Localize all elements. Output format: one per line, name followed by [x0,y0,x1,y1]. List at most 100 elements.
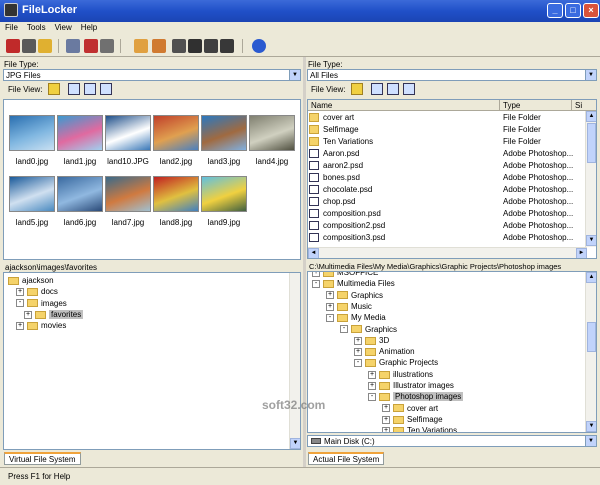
tree-node[interactable]: - Photoshop images [368,391,464,402]
secure-file-icon[interactable] [84,39,98,53]
file-row[interactable]: aaron2.psd Adobe Photoshop... [309,160,587,172]
expand-icon[interactable]: + [312,272,320,277]
expand-icon[interactable]: + [368,370,376,379]
tree-node[interactable]: - My Media [326,312,386,323]
tree-node[interactable]: + cover art [382,403,438,414]
thumbnail-image[interactable] [57,115,103,151]
chevron-down-icon[interactable]: ▼ [585,436,596,446]
file-row[interactable]: Aaron.psd Adobe Photoshop... [309,148,587,160]
maximize-button[interactable]: □ [565,3,581,18]
tree-node[interactable]: - images [16,298,67,309]
minimize-button[interactable]: _ [547,3,563,18]
scroll-up-icon[interactable]: ▲ [586,111,596,122]
expand-icon[interactable]: + [368,381,376,390]
file-row[interactable]: chop.psd Adobe Photoshop... [309,196,587,208]
expand-icon[interactable]: + [382,415,390,424]
column-header-name[interactable]: Name [308,100,500,111]
chevron-down-icon[interactable]: ▼ [585,70,596,80]
thumbnail-image[interactable] [201,176,247,212]
tree-node[interactable]: + Music [326,301,372,312]
scroll-right-icon[interactable]: ► [576,248,587,258]
thumbnails-view-icon[interactable] [371,83,383,95]
expand-icon[interactable]: + [16,288,24,297]
tools-icon[interactable] [152,39,166,53]
scroll-down-icon[interactable]: ▼ [586,235,596,246]
tree-node[interactable]: + favorites [24,309,84,320]
close-button[interactable]: × [583,3,599,18]
tree-node[interactable]: - Multimedia Files [312,278,395,289]
collapse-icon[interactable]: - [368,393,376,402]
gear-icon[interactable] [188,39,202,53]
collapse-icon[interactable]: - [312,280,320,289]
expand-icon[interactable]: + [382,427,390,432]
tree-node[interactable]: + Selfimage [382,414,443,425]
column-header-type[interactable]: Type [500,100,572,111]
lock-key-icon[interactable] [204,39,218,53]
file-row[interactable]: composition.psd Adobe Photoshop... [309,208,587,220]
up-folder-icon[interactable] [351,83,363,95]
users-icon[interactable] [66,39,80,53]
thumbnail-image[interactable] [57,176,103,212]
menu-view[interactable]: View [50,22,76,32]
file-row[interactable]: Ten Variations File Folder [309,136,587,148]
menu-help[interactable]: Help [76,22,101,32]
scroll-down-icon[interactable]: ▼ [290,438,300,449]
tree-node[interactable]: - Graphic Projects [354,357,438,368]
tree-node[interactable]: + movies [16,320,66,331]
expand-icon[interactable]: + [326,302,334,311]
file-row[interactable]: composition2.psd Adobe Photoshop... [309,220,587,232]
unlock-icon[interactable] [134,39,148,53]
thumbnail-image[interactable] [153,115,199,151]
tree-node[interactable]: + MSOFFICE [312,272,378,278]
file-row[interactable]: bones.psd Adobe Photoshop... [309,172,587,184]
thumbnail-image[interactable] [201,115,247,151]
collapse-icon[interactable]: - [16,299,24,308]
shield-icon[interactable] [172,39,186,53]
up-folder-icon[interactable] [48,83,60,95]
list-view-icon[interactable] [387,83,399,95]
expand-icon[interactable]: + [382,404,390,413]
tree-node[interactable]: + docs [16,286,58,297]
expand-icon[interactable]: + [354,347,362,356]
left-tree-scrollbar[interactable]: ▼ [289,273,300,449]
thumbnail-image[interactable] [105,115,151,151]
file-list-hscrollbar[interactable]: ◄ ► [308,247,587,258]
file-row[interactable]: cover art File Folder [309,112,587,124]
tab-actual-file-system[interactable]: Actual File System [308,452,385,465]
details-view-icon[interactable] [403,83,415,95]
thumbnail-image[interactable] [249,115,295,151]
tree-node[interactable]: + Illustrator images [368,380,454,391]
details-view-icon[interactable] [100,83,112,95]
thumbnail-image[interactable] [9,176,55,212]
collapse-icon[interactable]: - [354,359,362,368]
thumbnail-image[interactable] [153,176,199,212]
expand-icon[interactable]: + [16,322,24,331]
thumbnail-image[interactable] [105,176,151,212]
thumbnail-image[interactable] [9,115,55,151]
tree-node[interactable]: - Graphics [340,324,397,335]
tree-node[interactable]: + Ten Variations [382,425,457,432]
expand-icon[interactable]: + [326,291,334,300]
collapse-icon[interactable]: - [340,325,348,334]
scroll-thumb[interactable] [587,322,596,352]
chevron-down-icon[interactable]: ▼ [289,70,300,80]
column-header-size[interactable]: Si [572,100,596,111]
folder-key-icon[interactable] [38,39,52,53]
drive-icon[interactable] [22,39,36,53]
file-row[interactable]: composition3.psd Adobe Photoshop... [309,232,587,244]
menu-tools[interactable]: Tools [22,22,50,32]
scroll-thumb[interactable] [587,123,596,163]
lock-icon[interactable] [6,39,20,53]
tree-node[interactable]: +3D [354,335,389,346]
expand-icon[interactable]: + [24,310,32,319]
tree-node[interactable]: + illustrations [368,369,433,380]
file-row[interactable]: Selfimage File Folder [309,124,587,136]
right-tree-scrollbar[interactable]: ▲ ▼ [585,272,596,432]
menu-file[interactable]: File [0,22,22,32]
scroll-left-icon[interactable]: ◄ [308,248,319,258]
disk-select[interactable]: Main Disk (C:) ▼ [307,435,597,447]
right-file-type-select[interactable]: All Files ▼ [307,69,597,81]
thumbnails-view-icon[interactable] [68,83,80,95]
scissors-icon[interactable] [220,39,234,53]
expand-icon[interactable]: + [354,336,362,345]
